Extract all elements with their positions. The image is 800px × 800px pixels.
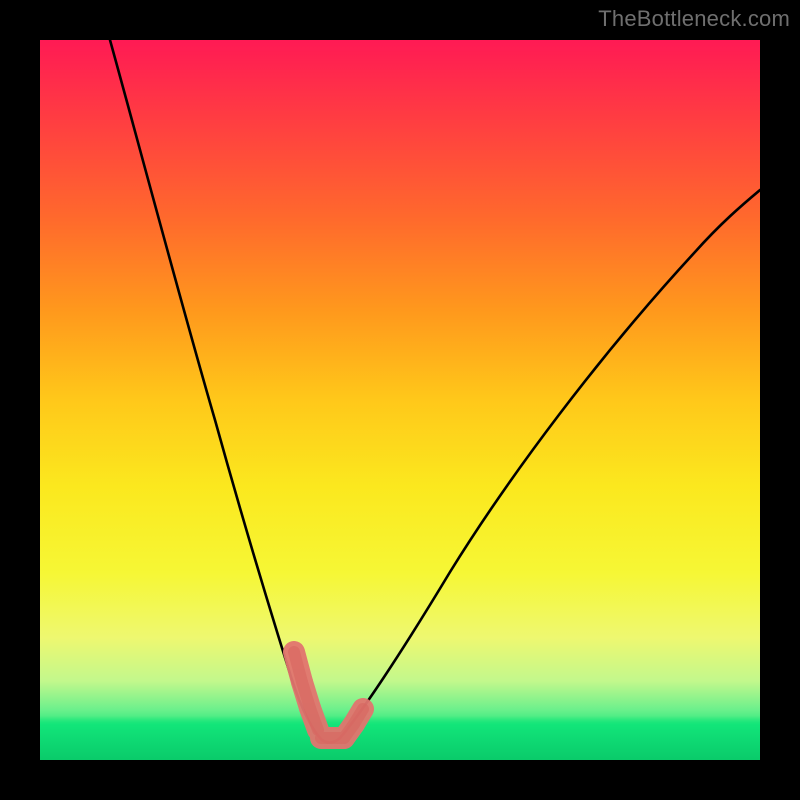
curves-layer [40,40,760,760]
chart-frame: TheBottleneck.com [0,0,800,800]
left-curve [110,40,322,740]
right-curve [340,190,760,738]
watermark-text: TheBottleneck.com [598,6,790,32]
plot-area [40,40,760,760]
